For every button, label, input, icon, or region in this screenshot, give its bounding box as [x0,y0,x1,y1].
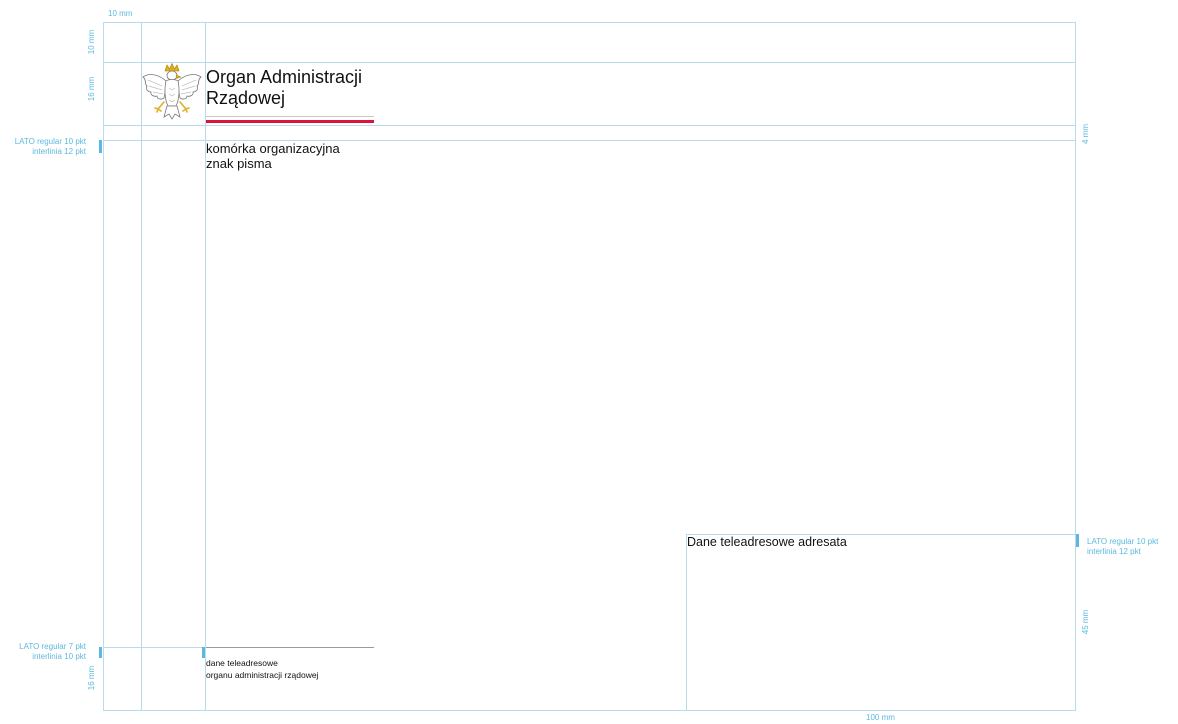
annotation-body-font-leading: interlinia 12 pkt [32,147,86,156]
flag-stripe-white [206,116,374,117]
organizational-unit: komórka organizacyjna [206,141,340,156]
annotation-footer-font-size: LATO regular 7 pkt [19,642,86,651]
annotation-body-font-size: LATO regular 10 pkt [14,137,86,146]
annotation-header-height: 16 mm [87,76,96,102]
guide-top [103,22,1076,23]
marker-footer-text [202,647,205,658]
annotation-footer-height: 16 mm [87,665,96,691]
organization-name-line1: Organ Administracji [206,67,363,87]
guide-bottom [103,710,1076,711]
annotation-recipient-font-leading: interlinia 12 pkt [1087,547,1141,556]
annotation-recipient-font-size: LATO regular 10 pkt [1087,537,1159,546]
annotation-top-margin-width: 10 mm [108,9,133,18]
annotation-recipient-width: 100 mm [866,713,895,722]
footer-contact: dane teleadresowe organu administracji r… [206,657,318,681]
marker-recipient-font [1076,534,1079,547]
marker-footer-font [99,647,102,658]
annotation-recipient-height: 45 mm [1081,609,1090,635]
guide-footer-top [103,647,206,648]
guide-header-top [103,62,1076,63]
annotation-recipient-font: LATO regular 10 pkt interlinia 12 pkt [1087,537,1158,557]
footer-separator [206,647,374,648]
guide-header-bottom [103,125,1076,126]
marker-body-font [99,140,102,153]
flag-stripe-red [206,120,374,123]
organization-name-line2: Rządowej [206,88,286,108]
guide-recipient-left [686,534,687,710]
annotation-body-font: LATO regular 10 pkt interlinia 12 pkt [4,137,86,157]
document-reference: znak pisma [206,156,272,171]
annotation-footer-font-leading: interlinia 10 pkt [32,652,86,661]
organization-name: Organ Administracji Rządowej [206,67,362,109]
recipient-address: Dane teleadresowe adresata [687,535,847,549]
annotation-gap-right: 4 mm [1081,124,1090,144]
annotation-footer-font: LATO regular 7 pkt interlinia 10 pkt [4,642,86,662]
footer-contact-line2: organu administracji rządowej [206,670,319,680]
annotation-top-margin-height: 10 mm [87,29,96,55]
footer-contact-line1: dane teleadresowe [206,658,278,668]
unit-and-reference: komórka organizacyjna znak pisma [206,141,340,171]
polish-white-eagle-emblem-icon [142,62,202,120]
